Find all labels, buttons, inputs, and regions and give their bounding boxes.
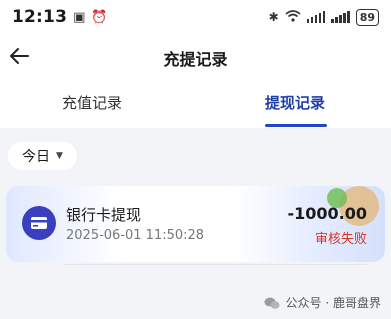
alarm-icon: ⏰ (91, 9, 108, 25)
tab-deposit-records[interactable]: 充值记录 (62, 92, 122, 113)
record-time: 2025-06-01 11:50:28 (66, 228, 205, 243)
divider (64, 264, 367, 265)
back-arrow-icon[interactable] (8, 44, 32, 68)
status-time: 12:13 (12, 7, 68, 27)
date-filter-dropdown[interactable]: 今日 ▼ (8, 142, 77, 170)
record-card[interactable]: 银行卡提现 2025-06-01 11:50:28 -1000.00 审核失败 (6, 186, 385, 262)
record-amount: -1000.00 (287, 204, 367, 223)
status-bar: 12:13 ▣ ⏰ ✱ 89 (0, 0, 391, 34)
caret-down-icon: ▼ (56, 151, 63, 161)
bank-card-icon (22, 206, 56, 240)
status-left: 12:13 ▣ ⏰ (12, 7, 108, 27)
signal-icon-1 (306, 11, 326, 23)
status-right: ✱ 89 (268, 8, 379, 26)
page-title: 充提记录 (163, 50, 228, 69)
tab-bar: 充值记录 提现记录 (0, 84, 391, 128)
watermark: 公众号 · 鹿哥盘界 (264, 294, 381, 311)
record-status: 审核失败 (314, 232, 367, 247)
record-title: 银行卡提现 (66, 206, 142, 224)
bluetooth-icon: ✱ (268, 10, 279, 24)
watermark-text: 公众号 · 鹿哥盘界 (285, 296, 381, 310)
signal-icon-2 (331, 11, 350, 23)
tab-withdraw-records[interactable]: 提现记录 (265, 92, 325, 113)
content-area: 今日 ▼ 银行卡提现 2025-06-01 11:50:28 -1000.00 … (0, 128, 391, 319)
battery-indicator: 89 (355, 8, 379, 26)
nfc-icon: ▣ (73, 9, 86, 25)
nav-bar: 充提记录 (0, 38, 391, 78)
active-tab-indicator (265, 124, 327, 127)
wechat-logo-icon (264, 296, 280, 310)
wifi-icon (285, 9, 301, 25)
date-filter-label: 今日 (22, 149, 50, 165)
